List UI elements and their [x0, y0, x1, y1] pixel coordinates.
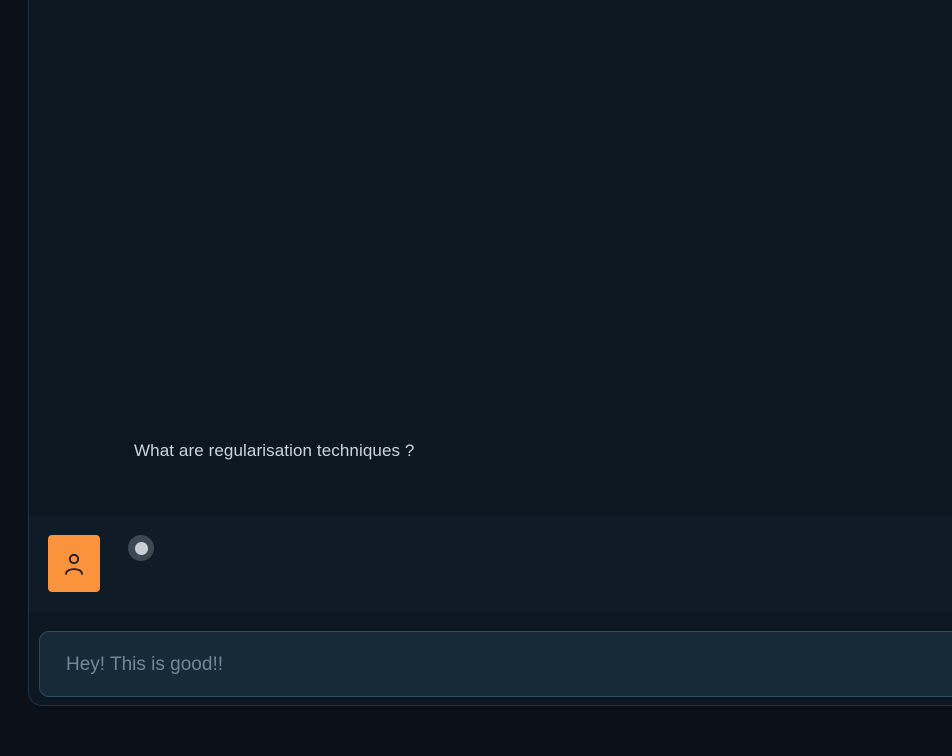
- chat-page: What are regularisation techniques ?: [0, 0, 952, 756]
- chat-panel: What are regularisation techniques ?: [28, 0, 952, 706]
- user-message-text: What are regularisation techniques ?: [134, 441, 415, 460]
- message-input-container[interactable]: [39, 631, 952, 698]
- message-list: What are regularisation techniques ?: [29, 0, 952, 515]
- message-input[interactable]: [64, 632, 948, 698]
- bot-message-row: [29, 516, 952, 612]
- bot-avatar: [48, 535, 100, 592]
- loading-dot-icon: [128, 535, 154, 561]
- user-icon: [65, 553, 83, 575]
- loading-dot-inner: [134, 541, 148, 555]
